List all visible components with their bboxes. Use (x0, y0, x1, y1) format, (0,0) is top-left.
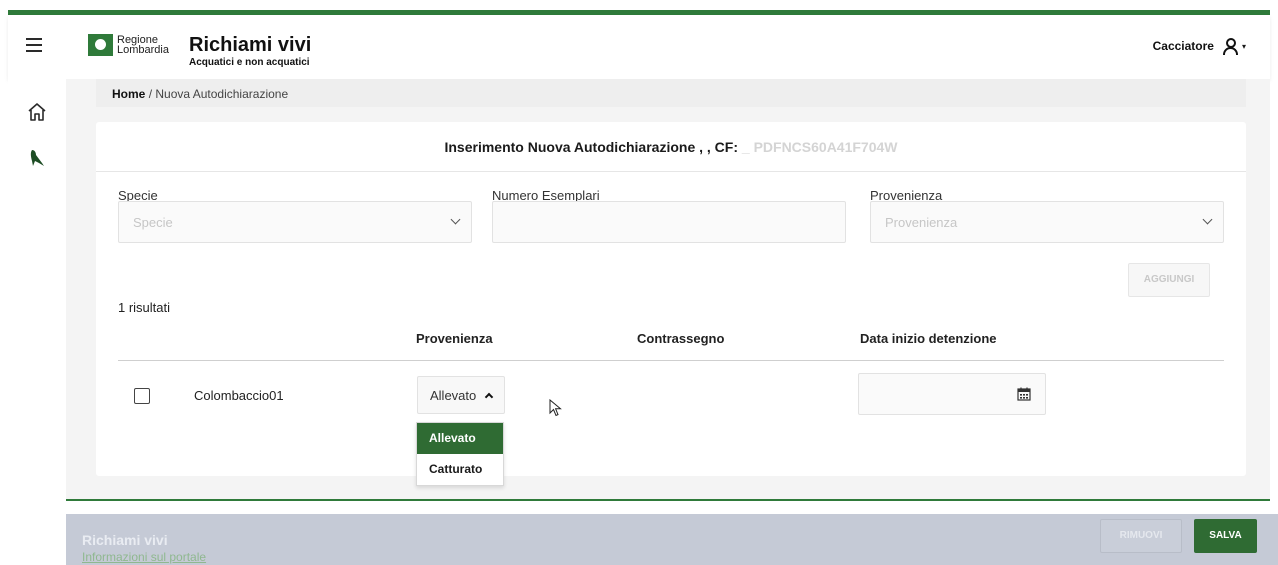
chevron-down-icon (450, 214, 461, 225)
provenienza-dropdown-menu: Allevato Catturato (416, 422, 504, 486)
aggiungi-button[interactable]: AGGIUNGI (1128, 263, 1210, 297)
dropdown-option-catturato[interactable]: Catturato (417, 454, 503, 485)
breadcrumb-home-link[interactable]: Home (112, 87, 145, 101)
card-title: Inserimento Nuova Autodichiarazione , , … (96, 122, 1246, 172)
breadcrumb-current: Nuova Autodichiarazione (155, 87, 289, 101)
user-menu[interactable]: Cacciatore ▾ (1152, 38, 1246, 55)
lombardia-logo-icon (88, 34, 113, 56)
app-subtitle: Acquatici e non acquatici (189, 57, 310, 68)
bird-icon[interactable] (26, 147, 48, 169)
app-header: Regione Lombardia Richiami vivi Acquatic… (8, 15, 1270, 79)
user-role-label: Cacciatore (1152, 39, 1214, 53)
hamburger-menu-icon[interactable] (26, 38, 42, 52)
form-card: Inserimento Nuova Autodichiarazione , , … (96, 122, 1246, 486)
breadcrumb: Home / Nuova Autodichiarazione (96, 79, 1246, 107)
row-checkbox[interactable] (134, 388, 150, 404)
sidebar (8, 79, 66, 565)
column-header-contrassegno: Contrassegno (637, 331, 725, 346)
regione-lombardia-logo[interactable]: Regione Lombardia (88, 34, 169, 56)
row-provenienza-value: Allevato (430, 388, 477, 403)
chevron-down-icon (1202, 214, 1213, 225)
provenienza-placeholder: Provenienza (885, 215, 958, 230)
home-icon[interactable] (26, 101, 48, 123)
logo-line-2: Lombardia (117, 44, 169, 56)
calendar-icon[interactable] (1017, 387, 1031, 401)
results-count: 1 risultati (118, 300, 171, 315)
footer-title: Richiami vivi (82, 532, 168, 548)
specie-placeholder: Specie (133, 215, 173, 230)
footer-info-link[interactable]: Informazioni sul portale (82, 550, 206, 564)
salva-button[interactable]: SALVA (1194, 519, 1257, 553)
rimuovi-button[interactable]: RIMUOVI (1100, 519, 1182, 553)
column-header-provenienza: Provenienza (416, 331, 493, 346)
row-name: Colombaccio01 (194, 388, 284, 403)
mouse-cursor-icon (549, 399, 562, 417)
chevron-up-icon (484, 392, 494, 402)
specie-select[interactable]: Specie (118, 201, 472, 243)
app-title: Richiami vivi (189, 34, 312, 56)
card-title-cf: _ PDFNCS60A41F704W (741, 139, 898, 155)
card-title-text: Inserimento Nuova Autodichiarazione , , … (444, 139, 742, 155)
provenienza-select[interactable]: Provenienza (870, 201, 1224, 243)
numero-esemplari-input[interactable] (492, 201, 846, 243)
breadcrumb-separator: / (148, 87, 153, 101)
footer: Richiami vivi Informazioni sul portale R… (66, 514, 1278, 565)
table-header-divider (118, 360, 1224, 361)
user-icon (1222, 38, 1238, 55)
footer-accent-line (66, 499, 1270, 501)
column-header-data-inizio: Data inizio detenzione (860, 331, 997, 346)
dropdown-option-allevato[interactable]: Allevato (417, 423, 503, 454)
data-inizio-input[interactable] (858, 373, 1046, 415)
caret-down-icon: ▾ (1241, 41, 1246, 51)
row-provenienza-select[interactable]: Allevato (417, 376, 505, 414)
